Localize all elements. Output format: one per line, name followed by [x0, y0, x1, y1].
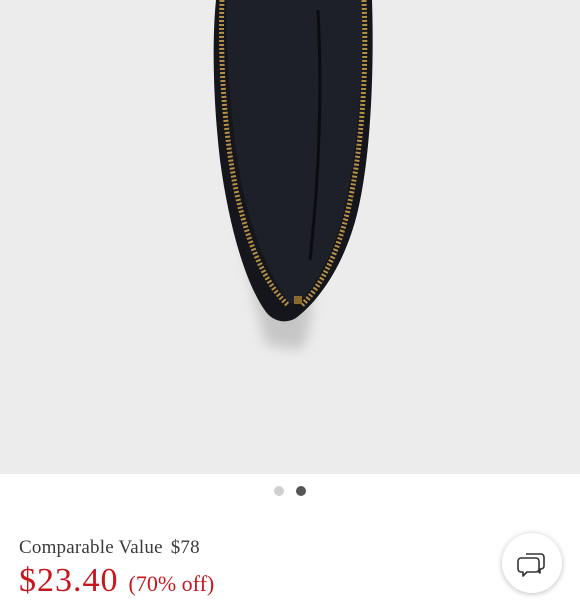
comparable-label: Comparable Value — [19, 537, 163, 558]
carousel-dots — [0, 486, 580, 498]
carousel-dot-1[interactable] — [274, 486, 284, 496]
comparable-value: Comparable Value $78 — [19, 537, 200, 559]
chat-button[interactable] — [502, 533, 562, 593]
discount-label: (70% off) — [128, 571, 215, 596]
product-image[interactable] — [0, 0, 580, 474]
sale-price: $23.40 — [19, 562, 119, 599]
wristlet-pouch-image — [213, 0, 373, 350]
comparable-price: $78 — [170, 537, 200, 558]
carousel-dot-2[interactable] — [296, 486, 306, 496]
chat-bubble-icon — [517, 553, 545, 577]
price-row: $23.40 (70% off) — [19, 562, 214, 600]
